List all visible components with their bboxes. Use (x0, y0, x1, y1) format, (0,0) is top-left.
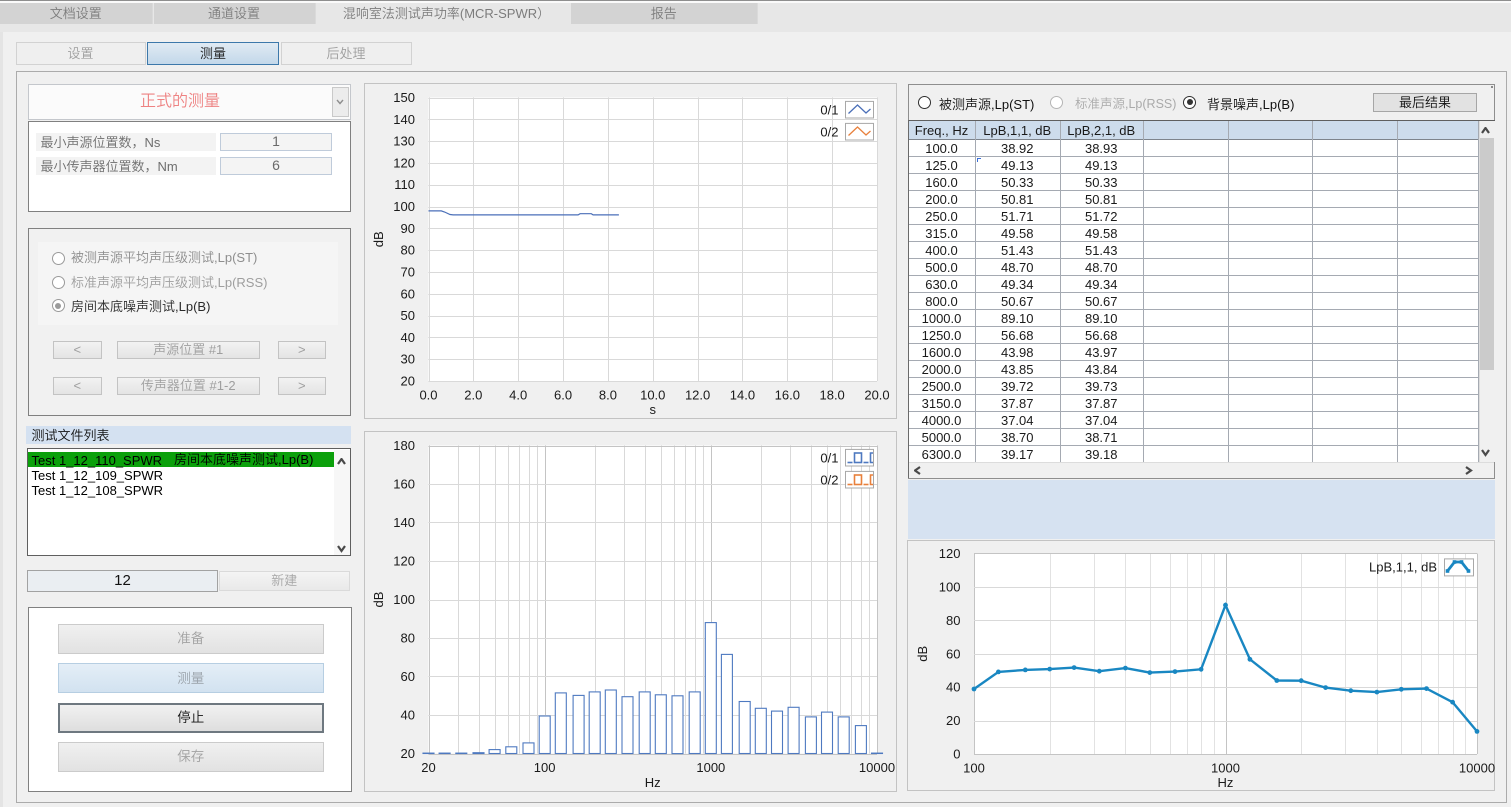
svg-text:100: 100 (393, 199, 415, 214)
svg-text:120: 120 (393, 553, 415, 568)
svg-text:0/2: 0/2 (820, 472, 838, 487)
svg-text:20: 20 (421, 760, 435, 775)
svg-text:0/2: 0/2 (820, 124, 838, 139)
svg-text:1000: 1000 (1211, 761, 1240, 776)
svg-text:140: 140 (393, 515, 415, 530)
svg-text:30: 30 (401, 352, 415, 367)
svg-text:150: 150 (393, 90, 415, 105)
svg-text:LpB,1,1, dB: LpB,1,1, dB (1369, 560, 1437, 575)
svg-text:100: 100 (939, 579, 961, 594)
svg-text:0/1: 0/1 (820, 102, 838, 117)
svg-text:10000: 10000 (1459, 761, 1495, 776)
svg-text:60: 60 (946, 646, 960, 661)
svg-text:120: 120 (393, 155, 415, 170)
svg-text:60: 60 (401, 669, 415, 684)
svg-text:40: 40 (946, 680, 960, 695)
svg-text:160: 160 (393, 476, 415, 491)
svg-text:80: 80 (946, 613, 960, 628)
svg-text:0: 0 (953, 747, 960, 762)
svg-text:Hz: Hz (645, 775, 661, 790)
svg-text:0/1: 0/1 (820, 450, 838, 465)
svg-text:20: 20 (401, 746, 415, 761)
svg-text:100: 100 (534, 760, 556, 775)
svg-text:8.0: 8.0 (599, 388, 617, 403)
svg-text:0.0: 0.0 (419, 388, 437, 403)
svg-text:50: 50 (401, 308, 415, 323)
svg-text:100: 100 (963, 761, 985, 776)
svg-text:dB: dB (371, 591, 386, 607)
svg-text:130: 130 (393, 134, 415, 149)
svg-text:18.0: 18.0 (819, 388, 844, 403)
svg-text:10000: 10000 (859, 760, 895, 775)
svg-text:12.0: 12.0 (685, 388, 710, 403)
svg-text:2.0: 2.0 (464, 388, 482, 403)
svg-text:dB: dB (371, 231, 386, 247)
svg-text:16.0: 16.0 (775, 388, 800, 403)
svg-text:14.0: 14.0 (730, 388, 755, 403)
svg-text:70: 70 (401, 264, 415, 279)
svg-text:140: 140 (393, 112, 415, 127)
svg-text:100: 100 (393, 592, 415, 607)
svg-text:Hz: Hz (1218, 775, 1234, 790)
svg-text:6.0: 6.0 (554, 388, 572, 403)
svg-text:80: 80 (401, 630, 415, 645)
svg-text:40: 40 (401, 707, 415, 722)
svg-text:180: 180 (393, 438, 415, 453)
svg-text:20.0: 20.0 (864, 388, 889, 403)
svg-text:110: 110 (394, 177, 415, 192)
svg-text:dB: dB (915, 646, 930, 662)
svg-text:4.0: 4.0 (509, 388, 527, 403)
svg-text:20: 20 (401, 374, 415, 389)
svg-text:s: s (650, 402, 657, 417)
svg-text:80: 80 (401, 243, 415, 258)
svg-text:60: 60 (401, 286, 415, 301)
svg-text:90: 90 (401, 221, 415, 236)
svg-text:10.0: 10.0 (640, 388, 665, 403)
svg-text:20: 20 (946, 713, 960, 728)
svg-text:1000: 1000 (696, 760, 725, 775)
svg-text:120: 120 (939, 546, 961, 561)
svg-text:40: 40 (401, 330, 415, 345)
